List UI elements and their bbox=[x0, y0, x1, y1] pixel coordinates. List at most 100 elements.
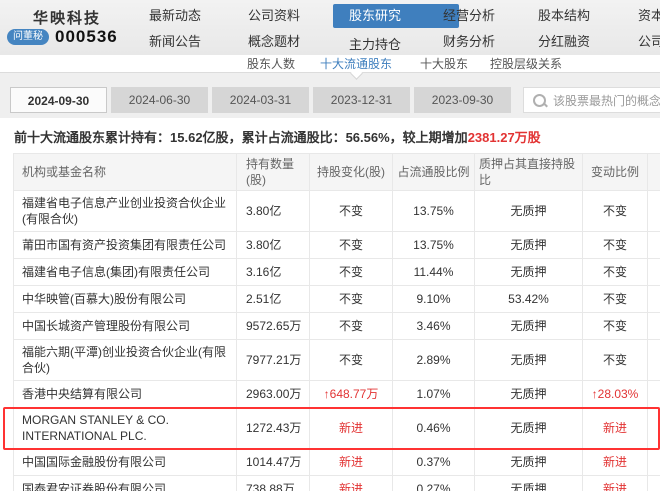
clipped-cell bbox=[648, 232, 660, 259]
nav-item-分红融资[interactable]: 分红融资 bbox=[538, 33, 648, 51]
holder-name-cell: 中华映管(百慕大)股份有限公司 bbox=[13, 286, 237, 313]
nav-item-新闻公告[interactable]: 新闻公告 bbox=[149, 33, 259, 51]
subnav-item-控股层级关系[interactable]: 控股层级关系 bbox=[490, 57, 562, 71]
nav-item-股本结构[interactable]: 股本结构 bbox=[538, 7, 648, 25]
holding-change-cell: 不变 bbox=[310, 259, 393, 286]
move-ratio-cell: 不变 bbox=[583, 286, 648, 313]
date-tabs: 2024-09-30 2024-06-30 2024-03-31 2023-12-31… bbox=[10, 87, 511, 113]
holding-change-cell: 不变 bbox=[310, 340, 393, 381]
content-panel: 前十大流通股东累计持有：15.62亿股，累计占流通股比：56.56%，较上期增加… bbox=[0, 118, 660, 491]
holding-amount-cell: 3.80亿 bbox=[237, 232, 310, 259]
holding-amount-cell: 7977.21万 bbox=[237, 340, 310, 381]
table-row[interactable]: 福建省电子信息产业创业投资合伙企业(有限合伙) 3.80亿 不变 13.75% 无质押不… bbox=[13, 191, 660, 232]
holder-name-cell: 福建省电子信息产业创业投资合伙企业(有限合伙) bbox=[13, 191, 237, 232]
holding-amount-cell: 1272.43万 bbox=[237, 408, 310, 449]
nav-item-公司[interactable]: 公司 bbox=[638, 33, 660, 51]
holding-change-cell: ↑648.77万 bbox=[310, 381, 393, 408]
stock-shareholder-page: 华映科技 问董秘 000536 最新动态 新闻公告 公司资料 概念题材 股东研究 主力持仓… bbox=[0, 0, 660, 491]
summary-change: 2381.27万股 bbox=[467, 130, 541, 145]
pledge-ratio-cell: 无质押 bbox=[475, 476, 583, 491]
table-row[interactable]: 国泰君安证券股份有限公司 738.88万 新进 0.27% 无质押 新进 bbox=[13, 476, 660, 491]
move-ratio-cell: 不变 bbox=[583, 313, 648, 340]
pledge-ratio-cell: 无质押 bbox=[475, 381, 583, 408]
nav-item-资本[interactable]: 资本 bbox=[638, 7, 660, 25]
pledge-ratio-cell: 无质押 bbox=[475, 449, 583, 476]
table-row[interactable]: MORGAN STANLEY & CO. INTERNATIONAL PLC. 1… bbox=[3, 407, 660, 450]
search-input[interactable]: 该股票最热门的概念题材 bbox=[523, 87, 660, 113]
subnav-item-股东人数[interactable]: 股东人数 bbox=[247, 57, 295, 71]
float-ratio-cell: 3.46% bbox=[393, 313, 475, 340]
holdings-summary: 前十大流通股东累计持有：15.62亿股，累计占流通股比：56.56%，较上期增加… bbox=[14, 130, 541, 145]
table-row[interactable]: 中国国际金融股份有限公司 1014.47万 新进 0.37% 无质押 新进 bbox=[13, 449, 660, 476]
move-ratio-cell: 不变 bbox=[583, 191, 648, 232]
float-ratio-cell: 9.10% bbox=[393, 286, 475, 313]
date-tab-2024-06-30[interactable]: 2024-06-30 bbox=[111, 87, 208, 113]
date-tab-2024-09-30[interactable]: 2024-09-30 bbox=[10, 87, 107, 113]
holding-amount-cell: 3.80亿 bbox=[237, 191, 310, 232]
clipped-cell bbox=[648, 408, 660, 449]
clipped-cell bbox=[648, 191, 660, 232]
clipped-cell bbox=[648, 259, 660, 286]
table-row[interactable]: 福建省电子信息(集团)有限责任公司 3.16亿 不变 11.44% 无质押 不变 bbox=[13, 259, 660, 286]
move-ratio-cell: 不变 bbox=[583, 259, 648, 286]
nav-item-财务分析[interactable]: 财务分析 bbox=[443, 33, 553, 51]
table-row[interactable]: 中国长城资产管理股份有限公司 9572.65万 不变 3.46% 无质押 不变 bbox=[13, 313, 660, 340]
column-header: 质押占其直接持股比 bbox=[475, 153, 583, 191]
float-ratio-cell: 2.89% bbox=[393, 340, 475, 381]
holding-amount-cell: 9572.65万 bbox=[237, 313, 310, 340]
column-header-clipped bbox=[648, 153, 660, 191]
subnav-item-十大股东[interactable]: 十大股东 bbox=[420, 57, 468, 71]
date-tab-2024-03-31[interactable]: 2024-03-31 bbox=[212, 87, 309, 113]
holder-name-cell: 中国国际金融股份有限公司 bbox=[13, 449, 237, 476]
holding-amount-cell: 2963.00万 bbox=[237, 381, 310, 408]
clipped-cell bbox=[648, 313, 660, 340]
holding-change-cell: 新进 bbox=[310, 476, 393, 491]
nav-column: 经营分析 财务分析 bbox=[443, 0, 553, 51]
table-row[interactable]: 福能六期(平潭)创业投资合伙企业(有限合伙) 7977.21万 不变 2.89% 无质押… bbox=[13, 340, 660, 381]
nav-column: 资本 公司 bbox=[638, 0, 660, 51]
clipped-cell bbox=[648, 449, 660, 476]
nav-item-股东研究[interactable]: 股东研究 bbox=[333, 4, 459, 28]
holder-name-cell: 莆田市国有资产投资集团有限责任公司 bbox=[13, 232, 237, 259]
summary-text: 前十大流通股东累计持有： bbox=[14, 130, 171, 145]
date-band: 2024-09-30 2024-06-30 2024-03-31 2023-12-31… bbox=[0, 73, 660, 118]
float-ratio-cell: 13.75% bbox=[393, 191, 475, 232]
shareholders-table: 机构或基金名称 持有数量(股) 持股变化(股) 占流通股比例 质押占其直接持股比 变动比例… bbox=[3, 153, 660, 491]
holding-amount-cell: 738.88万 bbox=[237, 476, 310, 491]
column-header: 持股变化(股) bbox=[310, 153, 393, 191]
summary-total: 15.62亿股 bbox=[170, 130, 229, 145]
pledge-ratio-cell: 无质押 bbox=[475, 259, 583, 286]
float-ratio-cell: 0.46% bbox=[393, 408, 475, 449]
holder-name-cell: 香港中央结算有限公司 bbox=[13, 381, 237, 408]
holding-change-cell: 不变 bbox=[310, 232, 393, 259]
clipped-cell bbox=[648, 340, 660, 381]
nav-item-经营分析[interactable]: 经营分析 bbox=[443, 7, 553, 25]
table-header-row: 机构或基金名称 持有数量(股) 持股变化(股) 占流通股比例 质押占其直接持股比 变动比例 bbox=[13, 153, 660, 191]
column-header: 占流通股比例 bbox=[393, 153, 475, 191]
ask-secretary-badge[interactable]: 问董秘 bbox=[7, 29, 49, 45]
column-header: 持有数量(股) bbox=[237, 153, 310, 191]
company-name: 华映科技 bbox=[33, 10, 102, 27]
move-ratio-cell: 不变 bbox=[583, 340, 648, 381]
nav-item-概念题材[interactable]: 概念题材 bbox=[248, 33, 358, 51]
holding-change-cell: 新进 bbox=[310, 408, 393, 449]
pledge-ratio-cell: 无质押 bbox=[475, 340, 583, 381]
stock-code: 000536 bbox=[55, 27, 118, 46]
sub-nav: 股东人数 十大流通股东 十大股东 控股层级关系 bbox=[0, 55, 660, 73]
nav-column: 股本结构 分红融资 bbox=[538, 0, 648, 51]
table-row[interactable]: 中华映管(百慕大)股份有限公司 2.51亿 不变 9.10% 53.42% 不变 bbox=[13, 286, 660, 313]
move-ratio-cell: 新进 bbox=[583, 408, 648, 449]
table-row[interactable]: 香港中央结算有限公司 2963.00万 ↑648.77万 1.07% 无质押 ↑28.03… bbox=[13, 381, 660, 408]
holder-name-cell: 国泰君安证券股份有限公司 bbox=[13, 476, 237, 491]
float-ratio-cell: 0.37% bbox=[393, 449, 475, 476]
move-ratio-cell: 新进 bbox=[583, 476, 648, 491]
nav-item-最新动态[interactable]: 最新动态 bbox=[149, 7, 259, 25]
date-tab-2023-12-31[interactable]: 2023-12-31 bbox=[313, 87, 410, 113]
holding-change-cell: 新进 bbox=[310, 449, 393, 476]
nav-column: 最新动态 新闻公告 bbox=[149, 0, 259, 51]
move-ratio-cell: 不变 bbox=[583, 232, 648, 259]
pledge-ratio-cell: 无质押 bbox=[475, 313, 583, 340]
date-tab-2023-09-30[interactable]: 2023-09-30 bbox=[414, 87, 511, 113]
table-row[interactable]: 莆田市国有资产投资集团有限责任公司 3.80亿 不变 13.75% 无质押 不变 bbox=[13, 232, 660, 259]
holder-name-cell: MORGAN STANLEY & CO. INTERNATIONAL PLC. bbox=[13, 408, 237, 449]
